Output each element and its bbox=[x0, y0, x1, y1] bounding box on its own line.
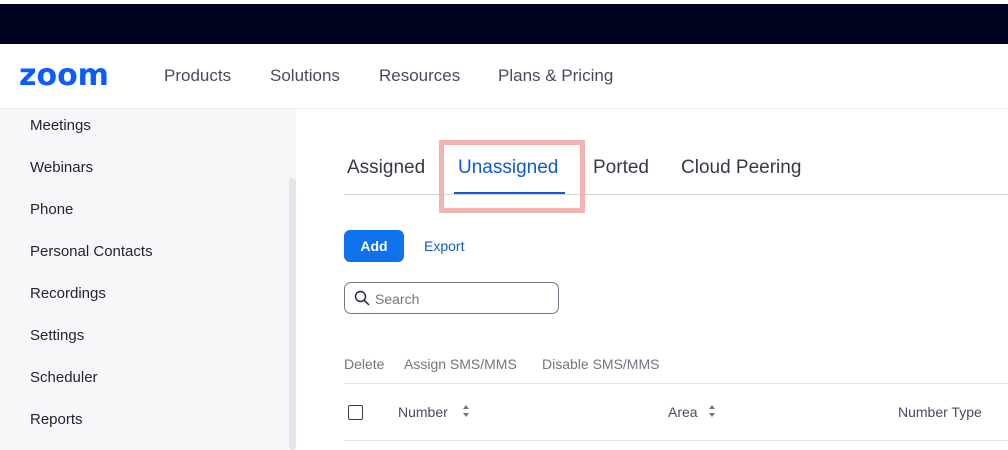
column-header-area[interactable]: Area bbox=[668, 404, 698, 421]
sidebar-item-personal-contacts[interactable]: Personal Contacts bbox=[30, 243, 153, 261]
export-link[interactable]: Export bbox=[424, 238, 464, 255]
search-icon bbox=[354, 290, 370, 306]
sidebar-item-reports[interactable]: Reports bbox=[30, 411, 83, 429]
zoom-logo[interactable]: zoom bbox=[19, 61, 109, 91]
sort-icon[interactable] bbox=[462, 404, 470, 418]
nav-solutions[interactable]: Solutions bbox=[270, 66, 340, 86]
tab-ported[interactable]: Ported bbox=[593, 157, 649, 179]
column-header-number-type: Number Type bbox=[898, 404, 982, 420]
sidebar-item-phone[interactable]: Phone bbox=[30, 201, 73, 219]
nav-products[interactable]: Products bbox=[164, 66, 231, 86]
sidebar-scrollbar[interactable] bbox=[289, 178, 296, 450]
sidebar-item-scheduler[interactable]: Scheduler bbox=[30, 369, 98, 387]
delete-action[interactable]: Delete bbox=[344, 356, 384, 373]
search-box[interactable] bbox=[344, 282, 559, 314]
sidebar-item-recordings[interactable]: Recordings bbox=[30, 285, 106, 303]
table-header-divider bbox=[344, 440, 1008, 441]
column-header-number[interactable]: Number bbox=[398, 404, 448, 421]
sidebar-item-settings[interactable]: Settings bbox=[30, 327, 84, 345]
tab-cloud-peering[interactable]: Cloud Peering bbox=[681, 157, 801, 179]
highlight-box bbox=[439, 140, 585, 213]
top-banner bbox=[0, 4, 1008, 44]
assign-sms-mms-action[interactable]: Assign SMS/MMS bbox=[404, 356, 517, 373]
tab-assigned[interactable]: Assigned bbox=[347, 157, 425, 179]
sidebar: Meetings Webinars Phone Personal Contact… bbox=[0, 109, 296, 450]
disable-sms-mms-action[interactable]: Disable SMS/MMS bbox=[542, 356, 659, 373]
nav-plans-pricing[interactable]: Plans & Pricing bbox=[498, 66, 613, 86]
search-input[interactable] bbox=[375, 289, 550, 308]
actions-divider bbox=[344, 383, 1008, 384]
select-all-checkbox[interactable] bbox=[348, 405, 363, 420]
sidebar-item-webinars[interactable]: Webinars bbox=[30, 159, 93, 177]
main-navbar: zoom Products Solutions Resources Plans … bbox=[0, 44, 1008, 109]
nav-resources[interactable]: Resources bbox=[379, 66, 460, 86]
sidebar-item-meetings[interactable]: Meetings bbox=[30, 117, 91, 135]
sort-icon[interactable] bbox=[708, 404, 716, 418]
add-button[interactable]: Add bbox=[344, 230, 404, 262]
